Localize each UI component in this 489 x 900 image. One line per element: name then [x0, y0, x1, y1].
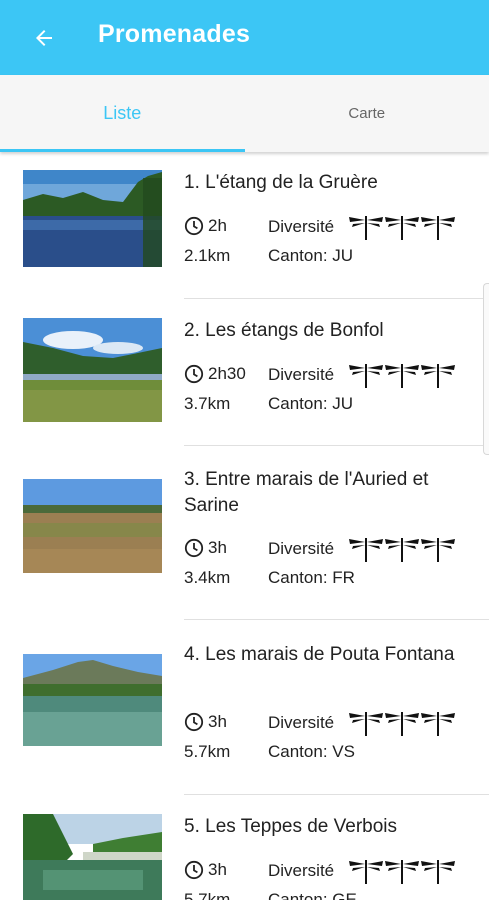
diversity-label: Diversité — [268, 861, 335, 880]
duration-value: 2h30 — [208, 364, 246, 383]
dragonfly-icon — [385, 712, 419, 736]
divider — [184, 619, 489, 620]
duration-value: 2h — [208, 216, 227, 235]
clock-icon — [184, 216, 204, 236]
list-item[interactable]: 2. Les étangs de Bonfol 2h30 Diversité 3… — [0, 300, 489, 447]
walk-thumbnail — [23, 318, 162, 422]
canton-value: Canton: GE — [268, 890, 357, 900]
divider — [184, 298, 489, 299]
walk-title: 2. Les étangs de Bonfol — [184, 320, 384, 341]
page-title: Promenades — [98, 20, 251, 48]
duration: 2h30 — [184, 364, 246, 384]
app-bar: Promenades — [0, 0, 489, 75]
clock-icon — [184, 860, 204, 880]
dragonfly-icon — [385, 216, 419, 240]
dragonfly-icon — [385, 860, 419, 884]
diversity-label: Diversité — [268, 217, 335, 236]
walk-title: 1. L'étang de la Gruère — [184, 172, 378, 193]
dragonfly-icon — [421, 860, 455, 884]
walk-title: 4. Les marais de Pouta Fontana — [184, 644, 455, 665]
scrollbar[interactable] — [483, 283, 489, 455]
clock-icon — [184, 364, 204, 384]
tab-bar: Liste Carte — [0, 75, 489, 152]
dragonfly-icon — [349, 712, 383, 736]
canton-value: Canton: JU — [268, 246, 354, 265]
tab-liste[interactable]: Liste — [0, 75, 245, 152]
dragonfly-icon — [421, 364, 455, 388]
distance-value: 3.7km — [184, 394, 231, 413]
tab-carte-label: Carte — [348, 105, 386, 122]
diversity-label: Diversité — [268, 365, 335, 384]
walk-thumbnail — [23, 170, 162, 267]
tab-liste-label: Liste — [103, 103, 142, 123]
duration: 3h — [184, 538, 227, 558]
list-item[interactable]: 5. Les Teppes de Verbois 3h Diversité 5.… — [0, 796, 489, 900]
list-item[interactable]: 3. Entre marais de l'Auried et Sarine 3h… — [0, 447, 489, 622]
diversity-rating — [348, 362, 456, 388]
dragonfly-icon — [385, 538, 419, 562]
duration: 2h — [184, 216, 227, 236]
walk-thumbnail — [23, 479, 162, 573]
diversity-rating — [348, 214, 456, 240]
dragonfly-icon — [421, 216, 455, 240]
distance-value: 5.7km — [184, 742, 231, 761]
dragonfly-icon — [349, 860, 383, 884]
dragonfly-icon — [349, 216, 383, 240]
diversity-label: Diversité — [268, 539, 335, 558]
back-button[interactable] — [28, 22, 60, 54]
distance-value: 5.7km — [184, 890, 231, 900]
divider — [184, 445, 489, 446]
walk-title: 5. Les Teppes de Verbois — [184, 816, 398, 837]
duration-value: 3h — [208, 860, 227, 879]
canton-value: Canton: VS — [268, 742, 355, 761]
canton-value: Canton: JU — [268, 394, 354, 413]
clock-icon — [184, 712, 204, 732]
duration-value: 3h — [208, 712, 227, 731]
diversity-label: Diversité — [268, 713, 335, 732]
dragonfly-icon — [421, 538, 455, 562]
walk-list[interactable]: 1. L'étang de la Gruère 2h Diversité 2.1… — [0, 152, 489, 900]
dragonfly-icon — [349, 538, 383, 562]
arrow-left-icon — [36, 30, 52, 46]
canton-value: Canton: FR — [268, 568, 355, 587]
distance-value: 2.1km — [184, 246, 231, 265]
list-item[interactable]: 4. Les marais de Pouta Fontana 3h Divers… — [0, 622, 489, 796]
duration: 3h — [184, 712, 227, 732]
dragonfly-icon — [349, 364, 383, 388]
dragonfly-icon — [421, 712, 455, 736]
diversity-rating — [348, 858, 456, 884]
diversity-rating — [348, 536, 456, 562]
dragonfly-icon — [385, 364, 419, 388]
distance-value: 3.4km — [184, 568, 231, 587]
walk-title: 3. Entre marais de l'Auried et Sarine — [184, 469, 429, 516]
diversity-rating — [348, 710, 456, 736]
divider — [184, 794, 489, 795]
duration: 3h — [184, 860, 227, 880]
clock-icon — [184, 538, 204, 558]
duration-value: 3h — [208, 538, 227, 557]
tab-carte[interactable]: Carte — [245, 75, 489, 152]
walk-thumbnail — [23, 654, 162, 746]
list-item[interactable]: 1. L'étang de la Gruère 2h Diversité 2.1… — [0, 152, 489, 300]
walk-thumbnail — [23, 814, 162, 900]
